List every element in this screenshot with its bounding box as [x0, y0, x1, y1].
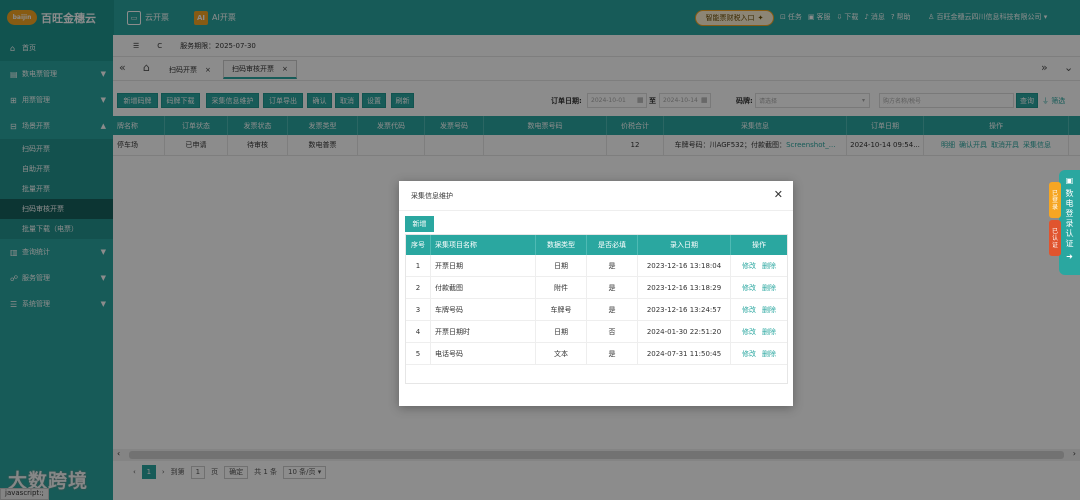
cell-data-type: 文本 — [536, 343, 587, 364]
vertical-char: 录 — [1051, 203, 1058, 211]
cell-operations: 修改 删除 — [731, 277, 787, 298]
delete-link[interactable]: 删除 — [762, 327, 776, 337]
col-required: 是否必填 — [587, 235, 638, 255]
delete-link[interactable]: 删除 — [762, 349, 776, 359]
table-header: 序号 采集项目名称 数据类型 是否必填 录入日期 操作 — [406, 235, 787, 255]
collect-items-table: 序号 采集项目名称 数据类型 是否必填 录入日期 操作 1 开票日期 日期是 2023… — [405, 234, 788, 384]
cell-index: 4 — [406, 321, 431, 342]
cell-index: 1 — [406, 255, 431, 276]
vertical-char: 已 — [1051, 189, 1058, 197]
col-item-name: 采集项目名称 — [431, 235, 536, 255]
delete-link[interactable]: 删除 — [762, 261, 776, 271]
logged-in-badge: 已登录 — [1049, 182, 1061, 218]
vertical-char: 已 — [1051, 227, 1058, 235]
cell-item-name: 车牌号码 — [431, 299, 536, 320]
vertical-char: 登 — [1051, 196, 1058, 204]
edit-link[interactable]: 修改 — [742, 261, 756, 271]
edit-link[interactable]: 修改 — [742, 283, 756, 293]
vertical-char: 认 — [1065, 229, 1074, 238]
col-entry-date: 录入日期 — [638, 235, 731, 255]
cell-index: 2 — [406, 277, 431, 298]
cell-data-type: 车牌号 — [536, 299, 587, 320]
cell-entry-date: 2024-07-31 11:50:45 — [638, 343, 731, 364]
cell-required: 否 — [587, 321, 638, 342]
cell-index: 3 — [406, 299, 431, 320]
dialog-divider — [399, 210, 793, 211]
table-row[interactable]: 1 开票日期 日期是 2023-12-16 13:18:04 修改 删除 — [406, 255, 787, 277]
cell-operations: 修改 删除 — [731, 299, 787, 320]
col-operations: 操作 — [752, 241, 766, 249]
cell-data-type: 日期 — [536, 255, 587, 276]
vertical-char: 录 — [1065, 219, 1074, 228]
cell-index: 5 — [406, 343, 431, 364]
cell-entry-date: 2023-12-16 13:24:57 — [638, 299, 731, 320]
arrow-right-circle-icon: ➜ — [1066, 252, 1073, 261]
edit-link[interactable]: 修改 — [742, 349, 756, 359]
digital-login-cert-tab[interactable]: ▣ 数电登录认证 ➜ — [1059, 170, 1080, 275]
cell-required: 是 — [587, 299, 638, 320]
dialog-title: 采集信息维护 — [411, 192, 453, 200]
cell-operations: 修改 删除 — [731, 343, 787, 364]
cell-required: 是 — [587, 277, 638, 298]
collect-info-dialog: 采集信息维护 ✕ 新增 序号 采集项目名称 数据类型 是否必填 录入日期 操作 … — [399, 181, 793, 406]
cell-entry-date: 2023-12-16 13:18:04 — [638, 255, 731, 276]
vertical-char: 证 — [1065, 239, 1074, 248]
table-body: 1 开票日期 日期是 2023-12-16 13:18:04 修改 删除 2 付款截图 附件是 2… — [406, 255, 787, 365]
vertical-char: 电 — [1065, 199, 1074, 208]
close-icon[interactable]: ✕ — [774, 188, 783, 201]
edit-link[interactable]: 修改 — [742, 327, 756, 337]
cert-tab-label: 数电登录认证 — [1066, 189, 1074, 249]
vertical-char: 数 — [1065, 189, 1074, 198]
cell-required: 是 — [587, 255, 638, 276]
vertical-char: 认 — [1051, 234, 1058, 242]
cell-data-type: 附件 — [536, 277, 587, 298]
table-row[interactable]: 5 电话号码 文本是 2024-07-31 11:50:45 修改 删除 — [406, 343, 787, 365]
vertical-char: 登 — [1065, 209, 1074, 218]
cell-item-name: 付款截图 — [431, 277, 536, 298]
cell-operations: 修改 删除 — [731, 255, 787, 276]
col-index: 序号 — [406, 235, 431, 255]
edit-link[interactable]: 修改 — [742, 305, 756, 315]
cell-item-name: 开票日期 — [431, 255, 536, 276]
cell-entry-date: 2023-12-16 13:18:29 — [638, 277, 731, 298]
cell-item-name: 电话号码 — [431, 343, 536, 364]
cell-required: 是 — [587, 343, 638, 364]
table-row[interactable]: 4 开票日期时 日期否 2024-01-30 22:51:20 修改 删除 — [406, 321, 787, 343]
table-row[interactable]: 2 付款截图 附件是 2023-12-16 13:18:29 修改 删除 — [406, 277, 787, 299]
add-item-button[interactable]: 新增 — [405, 216, 434, 232]
cell-data-type: 日期 — [536, 321, 587, 342]
delete-link[interactable]: 删除 — [762, 305, 776, 315]
vertical-char: 证 — [1051, 241, 1058, 249]
delete-link[interactable]: 删除 — [762, 283, 776, 293]
certified-badge: 已认证 — [1049, 220, 1061, 256]
cell-entry-date: 2024-01-30 22:51:20 — [638, 321, 731, 342]
cell-operations: 修改 删除 — [731, 321, 787, 342]
table-row[interactable]: 3 车牌号码 车牌号是 2023-12-16 13:24:57 修改 删除 — [406, 299, 787, 321]
col-data-type: 数据类型 — [536, 235, 587, 255]
cell-item-name: 开票日期时 — [431, 321, 536, 342]
id-card-icon: ▣ — [1065, 176, 1074, 185]
